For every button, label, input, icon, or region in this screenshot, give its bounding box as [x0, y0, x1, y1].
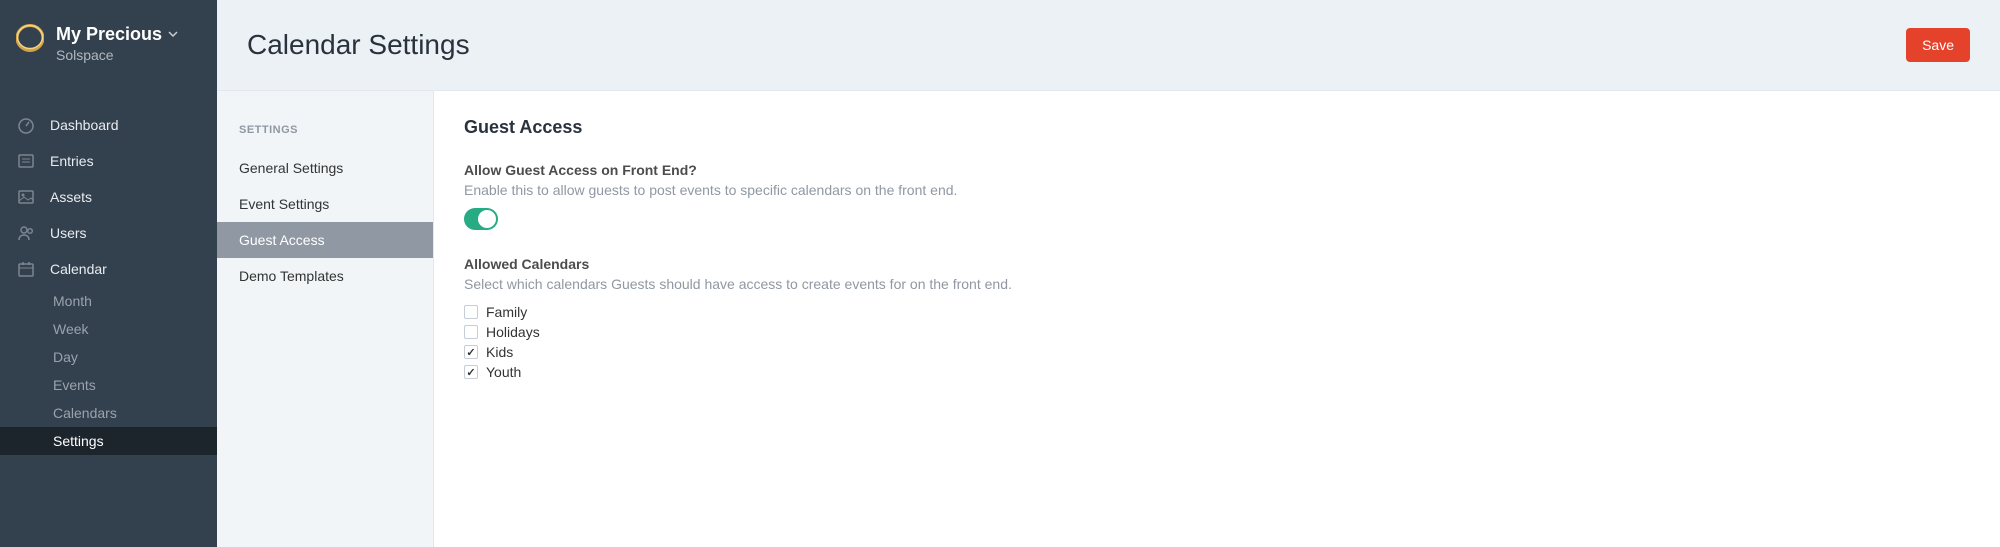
checkbox[interactable]: [464, 305, 478, 319]
gauge-icon: [16, 116, 36, 134]
ring-icon: [16, 24, 44, 52]
checkbox[interactable]: [464, 325, 478, 339]
chevron-down-icon: [168, 29, 178, 40]
toggle-knob: [478, 210, 496, 228]
page-title: Calendar Settings: [247, 29, 470, 61]
checkbox-label: Kids: [486, 344, 513, 360]
checkbox-label: Holidays: [486, 324, 540, 340]
nav-assets[interactable]: Assets: [0, 179, 217, 215]
nav-dashboard[interactable]: Dashboard: [0, 107, 217, 143]
nav-label: Calendar: [50, 261, 107, 277]
nav-label: Users: [50, 225, 87, 241]
calendar-option: Family: [464, 302, 1970, 322]
allow-guest-toggle[interactable]: [464, 208, 498, 230]
calendar-option: Youth: [464, 362, 1970, 382]
checkbox[interactable]: [464, 365, 478, 379]
nav-label: Entries: [50, 153, 94, 169]
brand-subtitle: Solspace: [56, 47, 178, 63]
brand-area[interactable]: My Precious Solspace: [0, 0, 217, 87]
main-content: Guest Access Allow Guest Access on Front…: [434, 91, 2000, 547]
subnav-events[interactable]: Events: [0, 371, 217, 399]
settings-sidebar: SETTINGS General Settings Event Settings…: [217, 91, 434, 547]
checkbox-label: Youth: [486, 364, 521, 380]
users-icon: [16, 224, 36, 242]
subnav-week[interactable]: Week: [0, 315, 217, 343]
nav-calendar[interactable]: Calendar: [0, 251, 217, 287]
nav-label: Dashboard: [50, 117, 119, 133]
calendar-icon: [16, 260, 36, 278]
newspaper-icon: [16, 152, 36, 170]
brand-title: My Precious: [56, 24, 162, 45]
field-desc: Select which calendars Guests should hav…: [464, 276, 1970, 292]
nav-entries[interactable]: Entries: [0, 143, 217, 179]
section-title: Guest Access: [464, 117, 1970, 138]
image-icon: [16, 188, 36, 206]
field-allow-guest: Allow Guest Access on Front End? Enable …: [464, 162, 1970, 230]
field-label: Allowed Calendars: [464, 256, 1970, 272]
field-desc: Enable this to allow guests to post even…: [464, 182, 1970, 198]
calendar-options: Family Holidays Kids Youth: [464, 302, 1970, 382]
settings-nav-general[interactable]: General Settings: [217, 150, 433, 186]
settings-nav-event[interactable]: Event Settings: [217, 186, 433, 222]
subnav-calendars[interactable]: Calendars: [0, 399, 217, 427]
subnav-day[interactable]: Day: [0, 343, 217, 371]
subnav-settings[interactable]: Settings: [0, 427, 217, 455]
right-pane: Calendar Settings Save SETTINGS General …: [217, 0, 2000, 547]
nav-users[interactable]: Users: [0, 215, 217, 251]
subnav-month[interactable]: Month: [0, 287, 217, 315]
nav-label: Assets: [50, 189, 92, 205]
calendar-option: Holidays: [464, 322, 1970, 342]
checkbox-label: Family: [486, 304, 527, 320]
field-allowed-calendars: Allowed Calendars Select which calendars…: [464, 256, 1970, 382]
settings-heading: SETTINGS: [217, 91, 433, 150]
calendar-option: Kids: [464, 342, 1970, 362]
settings-nav-demo[interactable]: Demo Templates: [217, 258, 433, 294]
save-button[interactable]: Save: [1906, 28, 1970, 62]
primary-sidebar: My Precious Solspace Dashboard Entries A…: [0, 0, 217, 547]
page-header: Calendar Settings Save: [217, 0, 2000, 91]
checkbox[interactable]: [464, 345, 478, 359]
field-label: Allow Guest Access on Front End?: [464, 162, 1970, 178]
settings-nav-guest[interactable]: Guest Access: [217, 222, 433, 258]
